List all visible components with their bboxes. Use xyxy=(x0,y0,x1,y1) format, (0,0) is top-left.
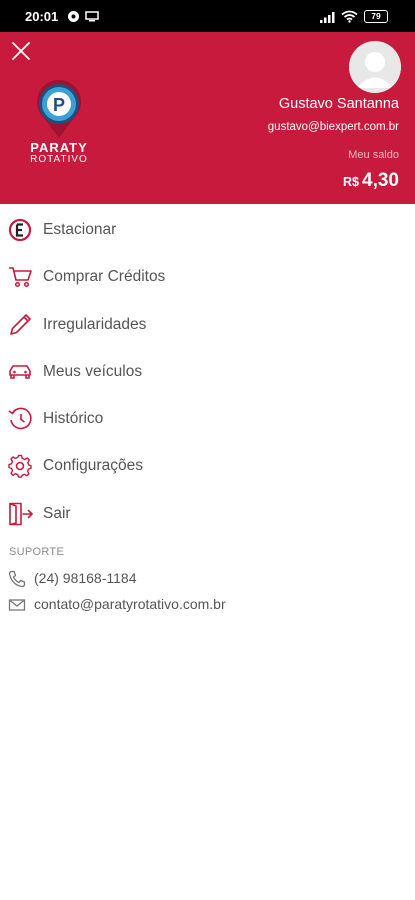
avatar[interactable] xyxy=(349,41,401,93)
menu-item-label: Estacionar xyxy=(43,221,117,238)
screen-cast-icon xyxy=(85,11,99,22)
menu-item-meus-veiculos[interactable]: Meus veículos xyxy=(0,348,415,395)
phone-icon xyxy=(8,570,26,588)
menu-item-label: Meus veículos xyxy=(43,362,143,380)
logo-letter: P xyxy=(53,95,65,115)
parking-pin-logo-icon: P xyxy=(37,79,81,138)
brand-line1: PARATY xyxy=(30,140,88,155)
menu-item-estacionar[interactable]: Estacionar xyxy=(0,206,415,253)
user-placeholder-icon xyxy=(349,41,401,93)
app-notification-icon xyxy=(68,11,79,22)
drawer-menu: Estacionar Comprar Créditos Irregularida… xyxy=(0,206,415,537)
user-email: gustavo@biexpert.com.br xyxy=(267,121,399,133)
menu-item-configuracoes[interactable]: Configurações xyxy=(0,442,415,489)
menu-item-label: Configurações xyxy=(43,457,143,475)
wifi-icon xyxy=(341,10,358,23)
cart-icon xyxy=(9,267,32,288)
battery-level: 79 xyxy=(371,11,381,21)
menu-item-comprar-creditos[interactable]: Comprar Créditos xyxy=(0,253,415,300)
app-logo: P PARATY ROTATIVO xyxy=(22,78,96,170)
support-title: SUPORTE xyxy=(9,546,65,558)
parking-e-icon xyxy=(8,218,32,242)
balance-currency: R$ xyxy=(343,175,360,189)
menu-item-sair[interactable]: Sair xyxy=(0,490,415,537)
menu-item-historico[interactable]: Histórico xyxy=(0,395,415,442)
car-icon xyxy=(9,365,31,379)
history-icon xyxy=(8,407,32,430)
battery-icon: 79 xyxy=(364,10,388,23)
status-time: 20:01 xyxy=(25,9,59,24)
logout-icon xyxy=(9,502,34,526)
mail-icon xyxy=(8,599,26,611)
balance: R$ 4,30 xyxy=(343,170,399,192)
menu-item-label: Comprar Créditos xyxy=(43,268,166,286)
menu-item-label: Sair xyxy=(43,504,71,522)
close-icon[interactable] xyxy=(10,40,32,62)
brand-line2: ROTATIVO xyxy=(30,154,88,165)
drawer-header: P PARATY ROTATIVO Gustavo Santanna gusta… xyxy=(0,32,415,204)
status-bar: 20:01 79 xyxy=(0,0,415,32)
signal-icon xyxy=(320,12,335,23)
balance-value: 4,30 xyxy=(362,170,399,191)
user-name: Gustavo Santanna xyxy=(278,96,399,112)
menu-item-irregularidades[interactable]: Irregularidades xyxy=(0,301,415,348)
pencil-icon xyxy=(10,313,31,335)
support-phone-text: (24) 98168-1184 xyxy=(34,570,137,586)
menu-item-label: Irregularidades xyxy=(43,315,147,333)
menu-item-label: Histórico xyxy=(43,410,104,428)
gear-icon xyxy=(8,455,32,479)
support-email-text: contato@paratyrotativo.com.br xyxy=(34,596,226,612)
balance-label: Meu saldo xyxy=(348,149,399,161)
